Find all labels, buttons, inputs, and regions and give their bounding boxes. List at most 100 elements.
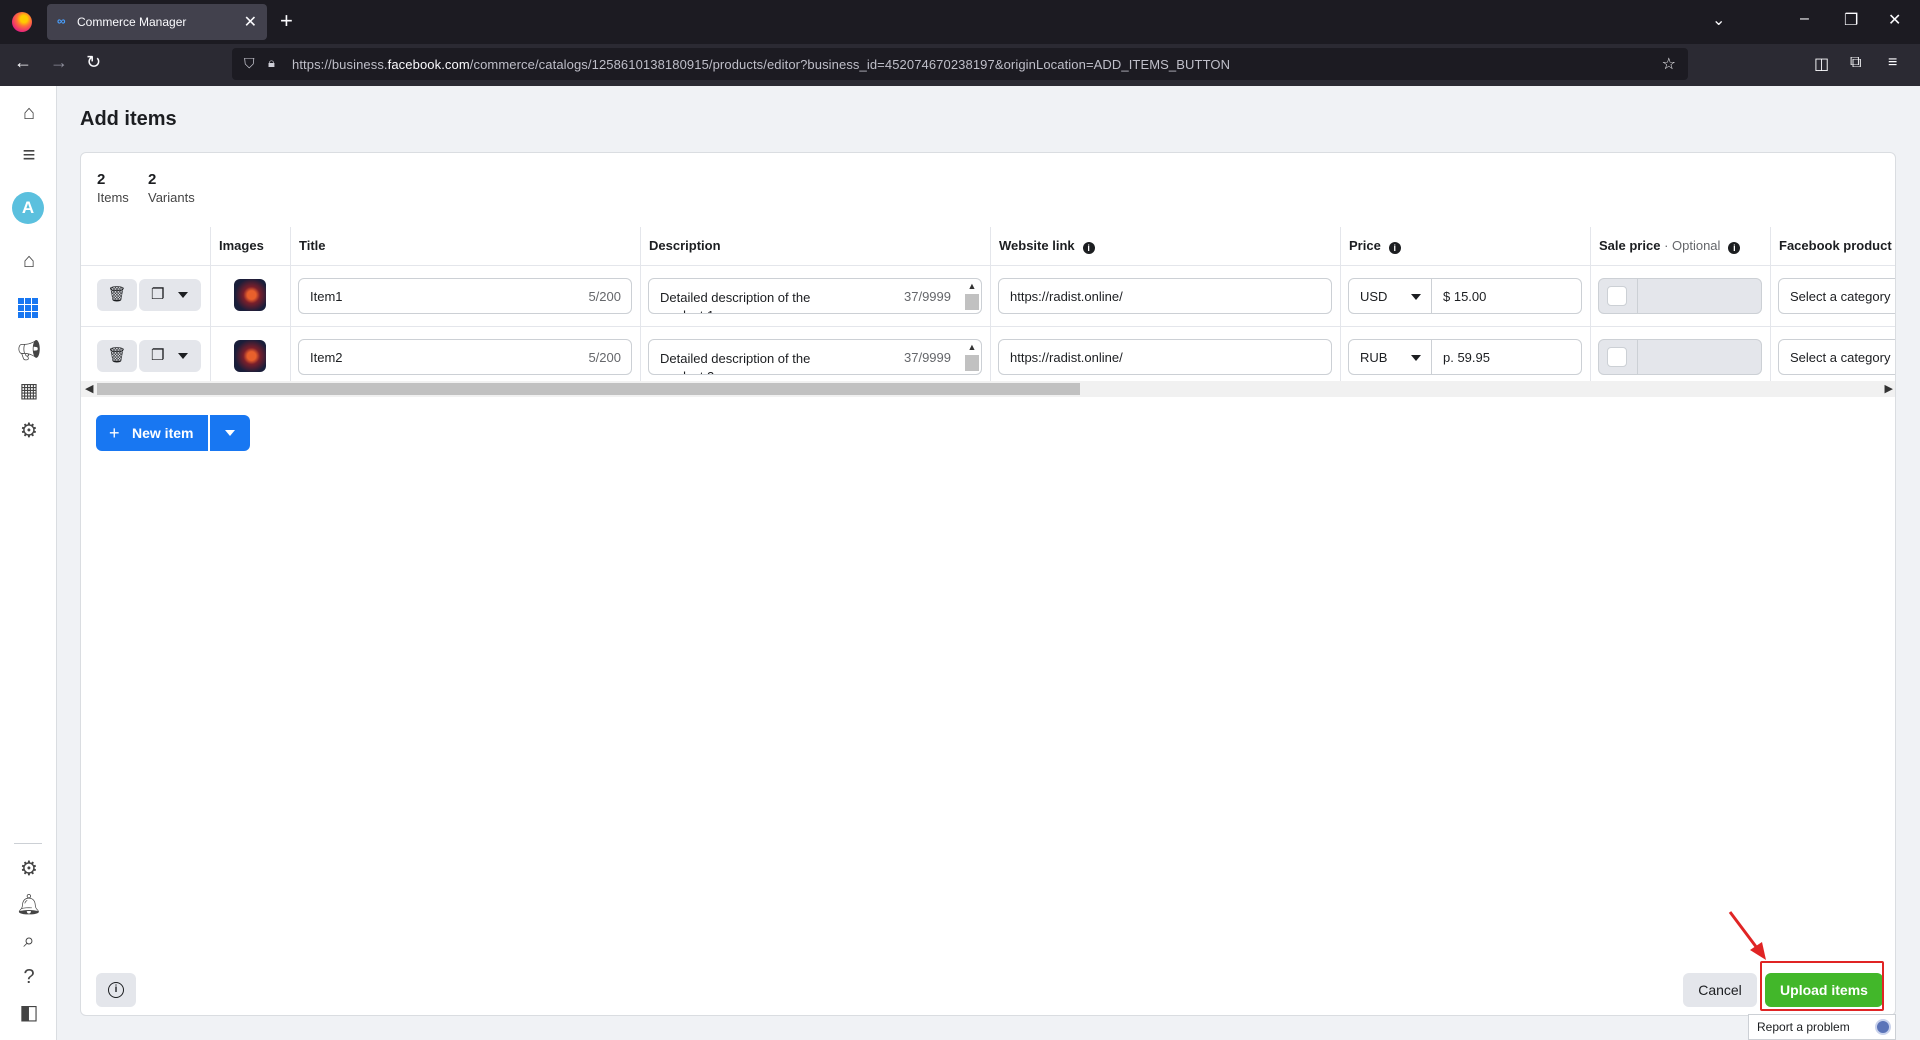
pocket-icon[interactable]: ◫ bbox=[1814, 54, 1829, 74]
price-input[interactable]: $ 15.00 bbox=[1431, 278, 1582, 314]
bookmark-star-icon[interactable]: ☆ bbox=[1662, 54, 1676, 74]
sale-price-checkbox[interactable] bbox=[1607, 347, 1627, 367]
header-price-label: Price bbox=[1349, 238, 1381, 253]
item-image-thumbnail[interactable] bbox=[234, 279, 266, 311]
scroll-up-icon[interactable]: ▲ bbox=[965, 281, 979, 291]
new-item-button[interactable]: + New item bbox=[96, 415, 208, 451]
title-input[interactable]: Item2 5/200 bbox=[298, 339, 632, 375]
globe-icon[interactable] bbox=[1875, 1019, 1891, 1035]
annotation-arrow-icon bbox=[1728, 911, 1766, 960]
upload-highlight-box bbox=[1760, 961, 1884, 1011]
url-text[interactable]: https://business.facebook.com/commerce/c… bbox=[292, 57, 1230, 72]
close-tab-icon[interactable]: ✕ bbox=[244, 12, 257, 32]
website-link-input[interactable]: https://radist.online/ bbox=[998, 339, 1332, 375]
title-char-count: 5/200 bbox=[588, 289, 621, 304]
price-input[interactable]: р. 59.95 bbox=[1431, 339, 1582, 375]
description-scrollbar[interactable]: ▲ bbox=[965, 281, 979, 311]
app-menu-icon[interactable]: ≡ bbox=[1888, 54, 1897, 72]
browser-nav-bar: ← → ↻ ⛉ 🔒︎ https://business.facebook.com… bbox=[0, 44, 1920, 86]
category-value: Select a category bbox=[1790, 350, 1891, 365]
catalog-grid-icon[interactable] bbox=[18, 298, 38, 318]
settings-icon[interactable]: ⚙ bbox=[16, 856, 42, 882]
sale-price-divider bbox=[1637, 340, 1638, 374]
notifications-bell-icon[interactable]: 🔔︎ bbox=[16, 892, 42, 918]
scroll-left-icon[interactable]: ◀ bbox=[85, 381, 93, 397]
delete-row-button[interactable]: 🗑︎ bbox=[97, 340, 137, 372]
url-bar[interactable]: ⛉ 🔒︎ https://business.facebook.com/comme… bbox=[232, 48, 1688, 80]
home-icon[interactable]: ⌂ bbox=[16, 100, 42, 126]
sale-price-info-icon[interactable]: i bbox=[1728, 242, 1741, 254]
website-link-input[interactable]: https://radist.online/ bbox=[998, 278, 1332, 314]
scroll-up-icon[interactable]: ▲ bbox=[965, 342, 979, 352]
tab-title: Commerce Manager bbox=[77, 15, 187, 29]
caret-down-icon bbox=[1411, 294, 1421, 300]
tracking-shield-icon[interactable]: ⛉ bbox=[244, 55, 255, 72]
list-tabs-chevron-icon[interactable]: ⌄ bbox=[1712, 10, 1725, 30]
restore-window-icon[interactable]: ❐ bbox=[1844, 10, 1858, 30]
report-problem-label: Report a problem bbox=[1757, 1020, 1850, 1034]
sale-price-field[interactable] bbox=[1598, 278, 1762, 314]
new-item-dropdown-button[interactable] bbox=[210, 415, 250, 451]
currency-select[interactable]: RUB bbox=[1348, 339, 1432, 375]
header-sale-price: Sale price · Optional i bbox=[1590, 227, 1770, 265]
meta-icon: ∞ bbox=[57, 14, 66, 28]
table-horizontal-scrollbar[interactable]: ◀ ▶ bbox=[81, 381, 1895, 397]
browser-tab-commerce-manager[interactable]: ∞ Commerce Manager ✕ bbox=[47, 4, 267, 40]
account-avatar[interactable]: A bbox=[12, 192, 44, 224]
price-value: р. 59.95 bbox=[1443, 350, 1490, 365]
row-divider bbox=[81, 326, 1895, 327]
scrollbar-thumb[interactable] bbox=[97, 383, 1080, 395]
description-scrollbar[interactable]: ▲ bbox=[965, 342, 979, 372]
minimize-window-icon[interactable]: – bbox=[1800, 10, 1809, 28]
items-label: Items bbox=[97, 190, 129, 205]
firefox-logo-icon bbox=[12, 12, 32, 32]
sale-price-field[interactable] bbox=[1598, 339, 1762, 375]
menu-icon[interactable]: ≡ bbox=[16, 142, 42, 168]
settings-gear-icon[interactable]: ⚙ bbox=[16, 418, 42, 444]
price-info-icon[interactable]: i bbox=[1388, 242, 1401, 254]
items-table: Images Title Description Website link i P… bbox=[81, 227, 1895, 387]
header-category: Facebook product c bbox=[1770, 227, 1895, 265]
megaphone-icon[interactable]: 📢︎ bbox=[16, 338, 42, 364]
currency-value: RUB bbox=[1360, 350, 1388, 365]
item-image-thumbnail[interactable] bbox=[234, 340, 266, 372]
search-icon[interactable]: ⌕ bbox=[16, 928, 42, 954]
caret-down-icon bbox=[178, 353, 188, 359]
sale-price-checkbox[interactable] bbox=[1607, 286, 1627, 306]
description-textarea[interactable]: Detailed description of the product 1 37… bbox=[648, 278, 982, 314]
reload-icon[interactable]: ↻ bbox=[86, 52, 101, 73]
category-select[interactable]: Select a category bbox=[1778, 278, 1895, 314]
duplicate-row-button[interactable]: ❐ bbox=[139, 279, 201, 311]
delete-row-button[interactable]: 🗑︎ bbox=[97, 279, 137, 311]
website-info-icon[interactable]: i bbox=[1082, 242, 1095, 254]
caret-down-icon bbox=[225, 430, 235, 436]
back-arrow-icon[interactable]: ← bbox=[14, 52, 32, 73]
description-value: Detailed description of the product 2 bbox=[660, 351, 811, 374]
close-window-icon[interactable]: ✕ bbox=[1888, 10, 1901, 30]
duplicate-row-button[interactable]: ❐ bbox=[139, 340, 201, 372]
scroll-right-icon[interactable]: ▶ bbox=[1885, 381, 1893, 397]
col-divider bbox=[990, 265, 991, 387]
cancel-button[interactable]: Cancel bbox=[1683, 973, 1757, 1007]
forward-arrow-icon[interactable]: → bbox=[50, 52, 68, 73]
new-tab-icon[interactable]: + bbox=[280, 8, 293, 34]
info-button[interactable]: i bbox=[96, 973, 136, 1007]
report-problem-button[interactable]: Report a problem bbox=[1748, 1014, 1896, 1040]
shop-icon[interactable]: ⌂ bbox=[16, 248, 42, 274]
title-input[interactable]: Item1 5/200 bbox=[298, 278, 632, 314]
description-value: Detailed description of the product 1 bbox=[660, 290, 811, 313]
description-textarea[interactable]: Detailed description of the product 2 37… bbox=[648, 339, 982, 375]
extensions-icon[interactable]: ⧉ bbox=[1850, 54, 1861, 72]
header-price: Price i bbox=[1340, 227, 1590, 265]
description-char-count: 37/9999 bbox=[904, 289, 951, 304]
help-icon[interactable]: ? bbox=[16, 964, 42, 990]
currency-select[interactable]: USD bbox=[1348, 278, 1432, 314]
category-select[interactable]: Select a category bbox=[1778, 339, 1895, 375]
trash-icon: 🗑︎ bbox=[107, 347, 127, 364]
left-sidebar: ⌂ ≡ A ⌂ 📢︎ ▦ ⚙ ⚙ 🔔︎ ⌕ ? ◧ bbox=[0, 86, 57, 1040]
storefront-icon[interactable]: ▦ bbox=[16, 378, 42, 404]
header-description: Description bbox=[640, 227, 990, 265]
variants-label: Variants bbox=[148, 190, 195, 205]
panel-toggle-icon[interactable]: ◧ bbox=[16, 1000, 42, 1026]
lock-icon[interactable]: 🔒︎ bbox=[268, 55, 275, 71]
